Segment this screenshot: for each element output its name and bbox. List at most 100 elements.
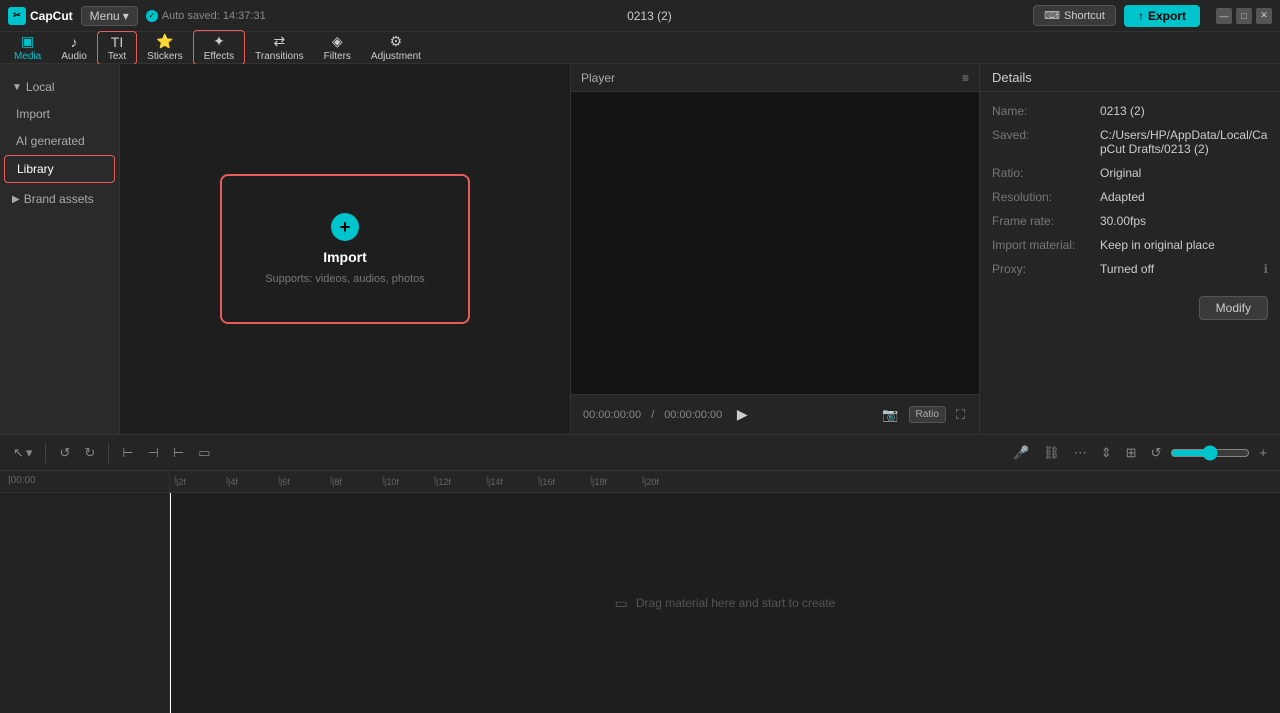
shortcut-icon: ⌨ xyxy=(1044,9,1060,22)
close-button[interactable]: ✕ xyxy=(1256,8,1272,24)
menu-button[interactable]: Menu ▾ xyxy=(81,6,138,26)
main-layout: ▼ Local Import AI generated Library ▶ Br… xyxy=(0,64,1280,434)
drag-hint-text: Drag material here and start to create xyxy=(636,596,835,610)
stickers-icon: ⭐ xyxy=(156,33,173,50)
toolbar-filters[interactable]: ◈ Filters xyxy=(314,31,361,64)
cursor-icon: ↖ xyxy=(13,445,24,461)
autosave-text: Auto saved: 14:37:31 xyxy=(162,10,266,22)
details-header: Details xyxy=(980,64,1280,92)
shortcut-button[interactable]: ⌨ Shortcut xyxy=(1033,5,1116,26)
ruler-mark-12f: |12f xyxy=(434,477,486,487)
ruler-mark-20f: |20f xyxy=(642,477,694,487)
trim-left-button[interactable]: ⊣ xyxy=(143,441,164,465)
import-plus-icon: + xyxy=(331,213,359,241)
transitions-label: Transitions xyxy=(255,51,304,62)
player-controls: 00:00:00:00 / 00:00:00:00 ▶ 📷 Ratio ⛶ xyxy=(571,394,979,434)
toolbar-media[interactable]: ▣ Media xyxy=(4,31,51,64)
delete-button[interactable]: ▭ xyxy=(193,441,215,465)
effects-icon: ✦ xyxy=(213,33,225,50)
app-logo: ✂ CapCut xyxy=(8,7,73,25)
fullscreen-icon[interactable]: ⛶ xyxy=(954,405,967,425)
zoom-slider[interactable] xyxy=(1170,445,1250,461)
detail-ratio-row: Ratio: Original xyxy=(992,166,1268,180)
details-panel: Details Name: 0213 (2) Saved: C:/Users/H… xyxy=(980,64,1280,434)
sidebar-item-import[interactable]: Import xyxy=(4,101,115,127)
ruler-mark-10f: |10f xyxy=(382,477,434,487)
sidebar-item-ai-generated[interactable]: AI generated xyxy=(4,128,115,154)
shortcut-label: Shortcut xyxy=(1064,10,1105,22)
audio-label: Audio xyxy=(61,51,87,62)
audio-icon: ♪ xyxy=(71,34,78,50)
camera-icon[interactable]: 📷 xyxy=(880,405,900,425)
magnet-button[interactable]: ⋯ xyxy=(1069,441,1092,465)
detail-name-row: Name: 0213 (2) xyxy=(992,104,1268,118)
drag-hint: ▭ Drag material here and start to create xyxy=(615,595,836,612)
media-content: + Import Supports: videos, audios, photo… xyxy=(120,64,570,434)
timeline-toolbar: ↖ ▾ ↺ ↻ ⊢ ⊣ ⊢ ▭ 🎤 ⛓ ⋯ ⇕ ⊞ ↺ + xyxy=(0,435,1280,471)
titlebar: ✂ CapCut Menu ▾ Auto saved: 14:37:31 021… xyxy=(0,0,1280,32)
toolbar-audio[interactable]: ♪ Audio xyxy=(51,32,97,64)
transitions-icon: ⇄ xyxy=(274,33,286,50)
select-tool-button[interactable]: ↖ ▾ xyxy=(8,441,37,465)
toolbar-transitions[interactable]: ⇄ Transitions xyxy=(245,31,314,64)
track-height-button[interactable]: ⇕ xyxy=(1096,441,1117,465)
player-title: Player xyxy=(581,71,615,85)
modify-button[interactable]: Modify xyxy=(1199,296,1268,320)
toolbar-text[interactable]: TI Text xyxy=(97,31,137,65)
local-header[interactable]: ▼ Local xyxy=(0,74,119,100)
timeline-tracks: ▭ Drag material here and start to create xyxy=(170,493,1280,713)
player-right-controls: 📷 Ratio ⛶ xyxy=(880,405,967,425)
ratio-button[interactable]: Ratio xyxy=(909,406,946,423)
timeline-right-tools: 🎤 ⛓ ⋯ ⇕ ⊞ ↺ + xyxy=(1008,441,1272,465)
minimize-button[interactable]: — xyxy=(1216,8,1232,24)
export-label: Export xyxy=(1148,9,1186,23)
logo-icon: ✂ xyxy=(8,7,26,25)
player-viewport xyxy=(571,92,979,394)
maximize-button[interactable]: □ xyxy=(1236,8,1252,24)
zoom-more-button[interactable]: + xyxy=(1254,441,1272,464)
media-sidebar: ▼ Local Import AI generated Library ▶ Br… xyxy=(0,64,120,434)
titlebar-right: ⌨ Shortcut ↑ Export — □ ✕ xyxy=(1033,5,1272,27)
link-button[interactable]: ⛓ xyxy=(1038,441,1065,465)
audio-track-button[interactable]: 🎤 xyxy=(1008,441,1034,465)
redo-button[interactable]: ↻ xyxy=(79,441,100,465)
import-text: Import xyxy=(323,249,367,265)
timeline-body: |00:00 |2f |4f |6f |8f |10f |12f |14f |1… xyxy=(0,471,1280,713)
trim-right-button[interactable]: ⊢ xyxy=(168,441,189,465)
proxy-info-icon[interactable]: ℹ xyxy=(1263,262,1268,276)
timeline-right: |2f |4f |6f |8f |10f |12f |14f |16f |18f… xyxy=(170,471,1280,713)
play-button[interactable]: ▶ xyxy=(732,405,752,425)
player-menu-icon[interactable]: ≡ xyxy=(962,71,969,85)
toolbar-stickers[interactable]: ⭐ Stickers xyxy=(137,31,193,64)
local-arrow: ▼ xyxy=(12,82,22,93)
ruler-mark-14f: |14f xyxy=(486,477,538,487)
split-button[interactable]: ⊢ xyxy=(117,441,138,465)
project-title: 0213 (2) xyxy=(274,9,1025,23)
menu-arrow: ▾ xyxy=(123,9,129,23)
left-panel: ▼ Local Import AI generated Library ▶ Br… xyxy=(0,64,570,434)
export-button[interactable]: ↑ Export xyxy=(1124,5,1200,27)
local-section: ▼ Local Import AI generated Library xyxy=(0,72,119,186)
toolbar-adjustment[interactable]: ⚙ Adjustment xyxy=(361,31,431,64)
ai-label: AI generated xyxy=(16,134,85,148)
detail-resolution-row: Resolution: Adapted xyxy=(992,190,1268,204)
refresh-button[interactable]: ↺ xyxy=(1146,441,1167,465)
toolbar-effects[interactable]: ✦ Effects xyxy=(193,30,245,65)
ruler-mark-6f: |6f xyxy=(278,477,330,487)
import-material-label: Import material: xyxy=(992,238,1092,252)
sidebar-item-library[interactable]: Library xyxy=(4,155,115,183)
effects-label: Effects xyxy=(204,51,234,62)
player-time-separator: / xyxy=(651,409,654,421)
select-arrow: ▾ xyxy=(26,445,33,461)
detail-saved-row: Saved: C:/Users/HP/AppData/Local/CapCut … xyxy=(992,128,1268,156)
text-label: Text xyxy=(108,51,126,62)
player-header: Player ≡ xyxy=(571,64,979,92)
autosave-indicator: Auto saved: 14:37:31 xyxy=(146,10,266,22)
filters-icon: ◈ xyxy=(332,33,343,50)
stickers-label: Stickers xyxy=(147,51,183,62)
grid-button[interactable]: ⊞ xyxy=(1121,441,1142,465)
brand-assets-header[interactable]: ▶ Brand assets xyxy=(0,186,119,212)
import-dropzone[interactable]: + Import Supports: videos, audios, photo… xyxy=(220,174,470,324)
undo-button[interactable]: ↺ xyxy=(54,441,75,465)
name-value: 0213 (2) xyxy=(1100,104,1268,118)
